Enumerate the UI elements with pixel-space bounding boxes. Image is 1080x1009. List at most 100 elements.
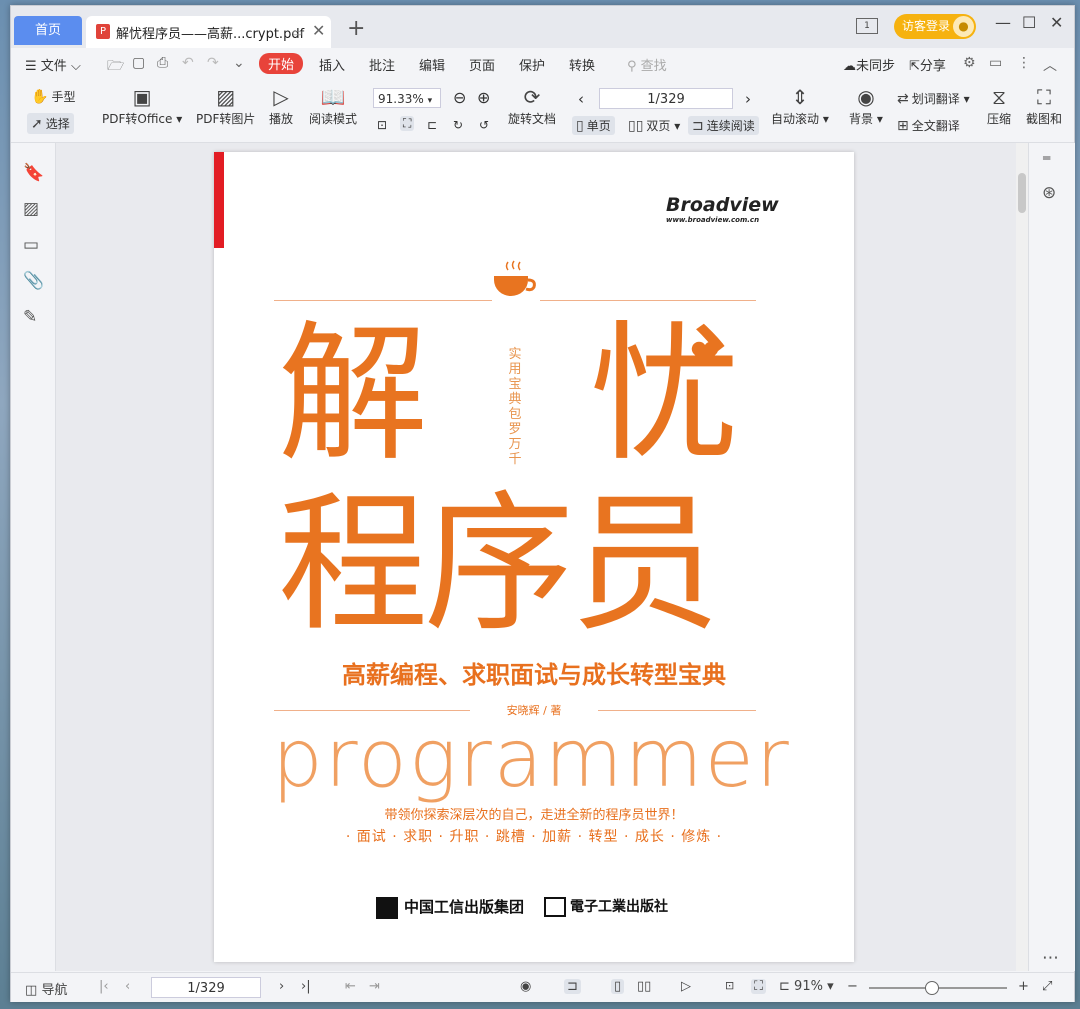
fit-page-icon[interactable]: ⛶: [400, 116, 415, 131]
search-box[interactable]: ⚲ 查找: [627, 55, 667, 74]
background-button[interactable]: ◉ 背景 ▾: [849, 84, 883, 127]
version-icon[interactable]: 1: [856, 18, 878, 34]
actual-size-status-icon[interactable]: ⊡: [725, 979, 734, 992]
vertical-scrollbar[interactable]: [1016, 143, 1028, 971]
message-icon[interactable]: ▭: [989, 55, 1002, 71]
zoom-select[interactable]: 91.33% ▾: [373, 88, 441, 108]
hand-tool[interactable]: ✋ 手型: [31, 88, 75, 105]
quick-access-more-icon[interactable]: ⌄: [233, 55, 245, 71]
menu-start[interactable]: 开始: [259, 53, 304, 74]
redo-icon[interactable]: ↷: [207, 55, 219, 71]
print-icon[interactable]: ⎙: [157, 55, 168, 71]
open-icon[interactable]: 🗁: [107, 55, 124, 79]
minimize-icon[interactable]: —: [995, 13, 1011, 32]
bookmark-icon[interactable]: 🔖: [23, 163, 44, 183]
menu-page[interactable]: 页面: [469, 55, 495, 74]
screenshot-button[interactable]: ⛶ 截图和: [1024, 84, 1064, 127]
menu-edit[interactable]: 编辑: [419, 55, 445, 74]
read-mode-button[interactable]: 📖 阅读模式: [309, 84, 357, 127]
left-sidebar: 🔖 ▨ ▭ 📎 ✎: [11, 143, 56, 971]
back-view-icon[interactable]: ⇤: [345, 979, 356, 994]
auto-scroll-button[interactable]: ⇕ 自动滚动 ▾: [771, 84, 829, 127]
fit-page-status-icon[interactable]: ⛶: [751, 979, 767, 994]
signature-icon[interactable]: ✎: [23, 307, 37, 327]
comment-icon[interactable]: ▭: [23, 235, 39, 255]
full-translate-button[interactable]: ⊞ 全文翻译: [897, 117, 960, 134]
tab-document[interactable]: P 解忧程序员——高薪...crypt.pdf ▭ ✕: [86, 16, 331, 48]
menu-annotate[interactable]: 批注: [369, 55, 395, 74]
collapse-ribbon-icon[interactable]: ︿: [1043, 55, 1057, 75]
panel-handle-icon[interactable]: ═: [1043, 151, 1050, 165]
rotate-document-button[interactable]: ⟳ 旋转文档: [508, 84, 556, 127]
zoom-slider-knob[interactable]: [925, 981, 939, 995]
rotate-document-icon: ⟳: [523, 85, 541, 109]
save-icon[interactable]: ▢: [132, 55, 145, 71]
select-tool[interactable]: ➚ 选择: [27, 113, 74, 134]
menu-insert[interactable]: 插入: [319, 55, 345, 74]
actual-size-icon[interactable]: ⊡: [377, 118, 387, 132]
menu-protect[interactable]: 保护: [519, 55, 545, 74]
zoom-in-icon[interactable]: ⊕: [477, 88, 490, 107]
fit-width-icon[interactable]: ⊏: [427, 118, 437, 132]
continuous-read-button[interactable]: ⊐ 连续阅读: [688, 116, 759, 135]
rotate-left-icon[interactable]: ↺: [479, 118, 489, 132]
navigation-toggle[interactable]: ◫ 导航: [25, 979, 67, 998]
compress-button[interactable]: ⧖ 压缩: [987, 84, 1011, 127]
undo-icon[interactable]: ↶: [182, 55, 194, 71]
double-page-button[interactable]: ▯▯ 双页 ▾: [628, 117, 680, 134]
book-tagline: 带领你探索深层次的自己，走进全新的程序员世界！: [384, 808, 684, 823]
single-mode-icon[interactable]: ▯: [611, 979, 625, 994]
next-page-status-icon[interactable]: ›: [279, 979, 284, 994]
scroll-thumb[interactable]: [1018, 173, 1026, 213]
close-tab-icon[interactable]: ✕: [312, 21, 325, 40]
last-page-icon[interactable]: ›|: [301, 979, 311, 994]
double-mode-icon[interactable]: ▯▯: [637, 979, 651, 994]
word-translate-button[interactable]: ⇄ 划词翻译 ▾: [897, 90, 970, 107]
ai-search-icon[interactable]: ⊛: [1042, 183, 1056, 203]
single-page-button[interactable]: ▯ 单页: [572, 116, 615, 135]
zoom-select-status[interactable]: ⊏ 91% ▾: [779, 979, 834, 994]
more-icon[interactable]: ⋮: [1017, 55, 1031, 71]
maximize-icon[interactable]: ☐: [1022, 13, 1036, 32]
tab-bar: 首页 P 解忧程序员——高薪...crypt.pdf ▭ ✕ + 1 访客登录 …: [11, 6, 1074, 48]
close-window-icon[interactable]: ✕: [1050, 13, 1063, 32]
share-button[interactable]: ⇱分享: [909, 55, 946, 74]
play-icon: ▷: [273, 85, 289, 109]
thumbnail-icon[interactable]: ▨: [23, 199, 39, 219]
eye-icon: ◉: [857, 85, 875, 109]
rotate-right-icon[interactable]: ↻: [453, 118, 463, 132]
first-page-icon[interactable]: |‹: [99, 979, 109, 994]
publisher-group-logo: [376, 896, 398, 919]
play-status-icon[interactable]: ▷: [681, 979, 691, 994]
sync-status[interactable]: ☁未同步: [843, 55, 895, 74]
search-placeholder: 查找: [640, 59, 667, 74]
forward-view-icon[interactable]: ⇥: [369, 979, 380, 994]
attachment-icon[interactable]: 📎: [23, 271, 44, 291]
tab-document-title: 解忧程序员——高薪...crypt.pdf: [116, 27, 305, 42]
play-button[interactable]: ▷ 播放: [269, 84, 293, 127]
pdf-to-image-button[interactable]: ▨ PDF转图片: [196, 84, 255, 127]
prev-page-status-icon[interactable]: ‹: [125, 979, 130, 994]
screenshot-label: 截图和: [1025, 112, 1062, 126]
zoom-slider[interactable]: [869, 981, 1007, 995]
zoom-out-status-icon[interactable]: −: [847, 979, 858, 994]
zoom-out-icon[interactable]: ⊖: [453, 88, 466, 107]
double-page-icon: ▯▯: [628, 118, 644, 134]
menu-convert[interactable]: 转换: [569, 55, 595, 74]
file-menu[interactable]: ☰ 文件 ⌵: [25, 55, 81, 74]
new-tab-icon[interactable]: +: [347, 16, 365, 41]
page-number-input[interactable]: 1/329: [599, 88, 733, 109]
settings-icon[interactable]: ⚙: [963, 55, 976, 71]
more-options-icon[interactable]: ⋯: [1042, 948, 1059, 968]
login-button[interactable]: 访客登录 ●: [894, 14, 976, 39]
continuous-mode-icon[interactable]: ⊐: [564, 979, 581, 994]
status-page-input[interactable]: 1/329: [151, 977, 261, 998]
eye-protection-icon[interactable]: ◉: [520, 979, 531, 994]
tab-home[interactable]: 首页: [14, 16, 82, 45]
prev-page-icon[interactable]: ‹: [578, 90, 584, 108]
pdf-to-office-button[interactable]: ▣ PDF转Office ▾: [102, 84, 182, 127]
screen-icon[interactable]: ▭: [292, 26, 302, 39]
next-page-icon[interactable]: ›: [745, 90, 751, 108]
zoom-in-status-icon[interactable]: +: [1018, 979, 1029, 994]
fullscreen-icon[interactable]: ⤢: [1042, 979, 1052, 994]
